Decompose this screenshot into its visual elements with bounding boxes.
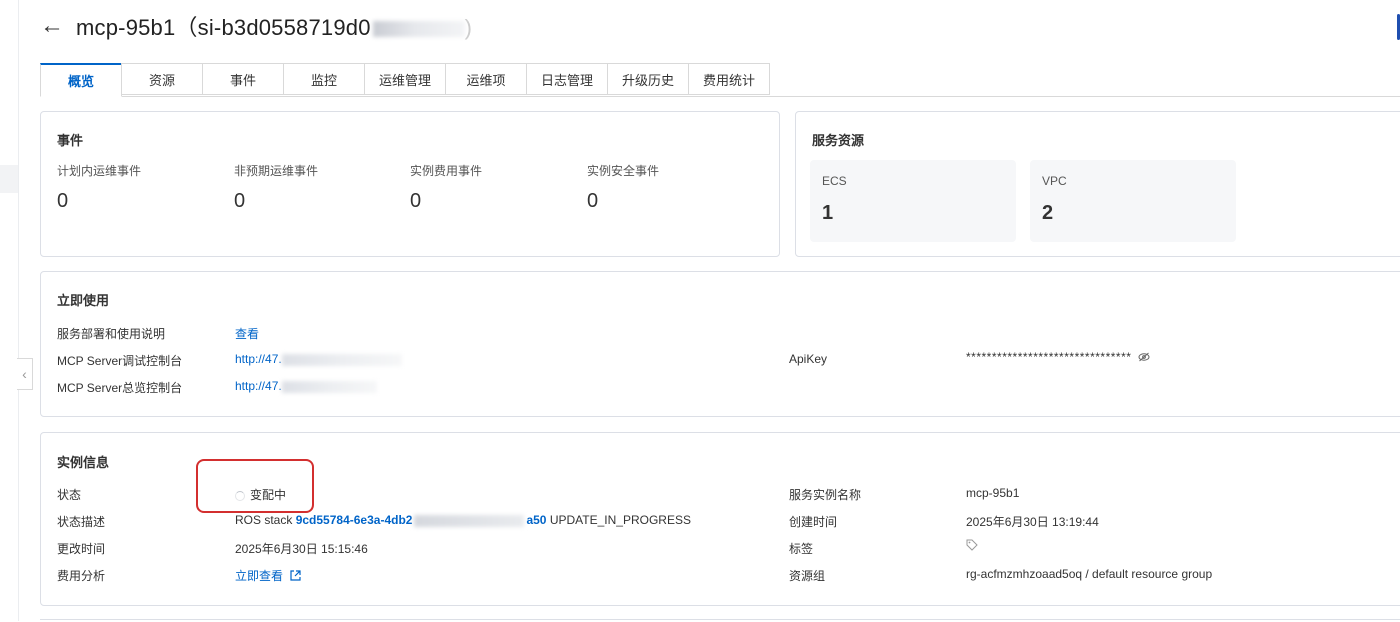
chevron-left-icon: ‹ xyxy=(22,366,27,382)
service-resources-title: 服务资源 xyxy=(812,133,865,148)
deploy-guide-label: 服务部署和使用说明 xyxy=(57,327,166,341)
tags-label: 标签 xyxy=(789,542,814,556)
redacted-url xyxy=(281,353,402,366)
debug-console-link[interactable]: http://47. xyxy=(235,352,282,366)
instance-name-value: mcp-95b1 xyxy=(966,486,1020,500)
tag-icon[interactable] xyxy=(966,539,978,554)
created-time-label: 创建时间 xyxy=(789,515,838,529)
tab-ops-management[interactable]: 运维管理 xyxy=(364,63,446,95)
cost-analysis-label: 费用分析 xyxy=(57,569,106,583)
resource-box-vpc[interactable]: VPC 2 xyxy=(1030,160,1236,242)
resource-label-vpc: VPC xyxy=(1042,174,1067,188)
deploy-guide-link[interactable]: 查看 xyxy=(235,325,259,342)
left-sidebar xyxy=(0,0,19,621)
tab-ops-items[interactable]: 运维项 xyxy=(445,63,527,95)
resource-label-ecs: ECS xyxy=(822,174,847,188)
page-title: mcp-95b1（si-b3d0558719d0) xyxy=(76,15,473,40)
modified-time-label: 更改时间 xyxy=(57,542,106,556)
redacted-stack-id xyxy=(414,514,525,527)
redacted-text xyxy=(372,21,465,38)
view-cost-link[interactable]: 立即查看 xyxy=(235,569,283,583)
tab-overview[interactable]: 概览 xyxy=(40,63,122,97)
collapse-sidebar-button[interactable]: ‹ xyxy=(17,358,33,390)
debug-console-label: MCP Server调试控制台 xyxy=(57,354,183,368)
event-value-security[interactable]: 0 xyxy=(587,190,598,213)
overview-console-label: MCP Server总览控制台 xyxy=(57,381,183,395)
modified-time-value: 2025年6月30日 15:15:46 xyxy=(235,542,368,556)
highlight-annotation xyxy=(196,459,314,513)
event-label-security: 实例安全事件 xyxy=(587,164,660,178)
page-header: ← mcp-95b1（si-b3d0558719d0) xyxy=(40,10,472,42)
use-now-card: 立即使用 服务部署和使用说明 查看 MCP Server调试控制台 http:/… xyxy=(40,271,1400,417)
instance-name-label: 服务实例名称 xyxy=(789,488,862,502)
event-value-unexpected[interactable]: 0 xyxy=(234,190,245,213)
event-label-unexpected: 非预期运维事件 xyxy=(234,164,319,178)
eye-off-icon[interactable] xyxy=(1138,351,1150,365)
resource-value-vpc: 2 xyxy=(1042,202,1054,224)
redacted-url xyxy=(281,380,377,393)
created-time-value: 2025年6月30日 13:19:44 xyxy=(966,515,1099,529)
status-desc-suffix: UPDATE_IN_PROGRESS xyxy=(549,513,691,527)
resource-group-label: 资源组 xyxy=(789,569,826,583)
sidebar-selected-item[interactable] xyxy=(0,165,18,193)
use-now-title: 立即使用 xyxy=(57,293,110,308)
service-resources-card: 服务资源 ECS 1 VPC 2 xyxy=(795,111,1400,257)
tab-cost-stats[interactable]: 费用统计 xyxy=(688,63,770,95)
external-link-icon[interactable] xyxy=(290,570,301,584)
tab-resources[interactable]: 资源 xyxy=(121,63,203,95)
stack-id-link[interactable]: 9cd55784-6e3a-4db2 a50 xyxy=(296,513,547,527)
resource-box-ecs[interactable]: ECS 1 xyxy=(810,160,1016,242)
event-value-planned[interactable]: 0 xyxy=(57,190,68,213)
apikey-value: ******************************** xyxy=(966,350,1132,364)
event-label-planned: 计划内运维事件 xyxy=(57,164,142,178)
resource-value-ecs: 1 xyxy=(822,202,834,224)
status-desc-prefix: ROS stack xyxy=(235,513,293,527)
tab-log-management[interactable]: 日志管理 xyxy=(526,63,608,95)
apikey-label: ApiKey xyxy=(789,352,828,366)
resource-group-value: rg-acfmzmhzoaad5oq / default resource gr… xyxy=(966,567,1213,581)
event-value-cost[interactable]: 0 xyxy=(410,190,421,213)
status-label: 状态 xyxy=(57,488,82,502)
overview-console-link[interactable]: http://47. xyxy=(235,379,282,393)
event-label-cost: 实例费用事件 xyxy=(410,164,483,178)
arrow-left-icon[interactable]: ← xyxy=(40,14,66,38)
tab-events[interactable]: 事件 xyxy=(202,63,284,95)
tab-bar: 概览 资源 事件 监控 运维管理 运维项 日志管理 升级历史 费用统计 xyxy=(40,63,1400,97)
events-card: 事件 计划内运维事件 0 非预期运维事件 0 实例费用事件 0 实例安全事件 0 xyxy=(40,111,780,257)
status-desc-label: 状态描述 xyxy=(57,515,106,529)
tab-upgrade-history[interactable]: 升级历史 xyxy=(607,63,689,95)
instance-info-title: 实例信息 xyxy=(57,455,110,470)
events-title: 事件 xyxy=(57,133,84,148)
tab-monitoring[interactable]: 监控 xyxy=(283,63,365,95)
